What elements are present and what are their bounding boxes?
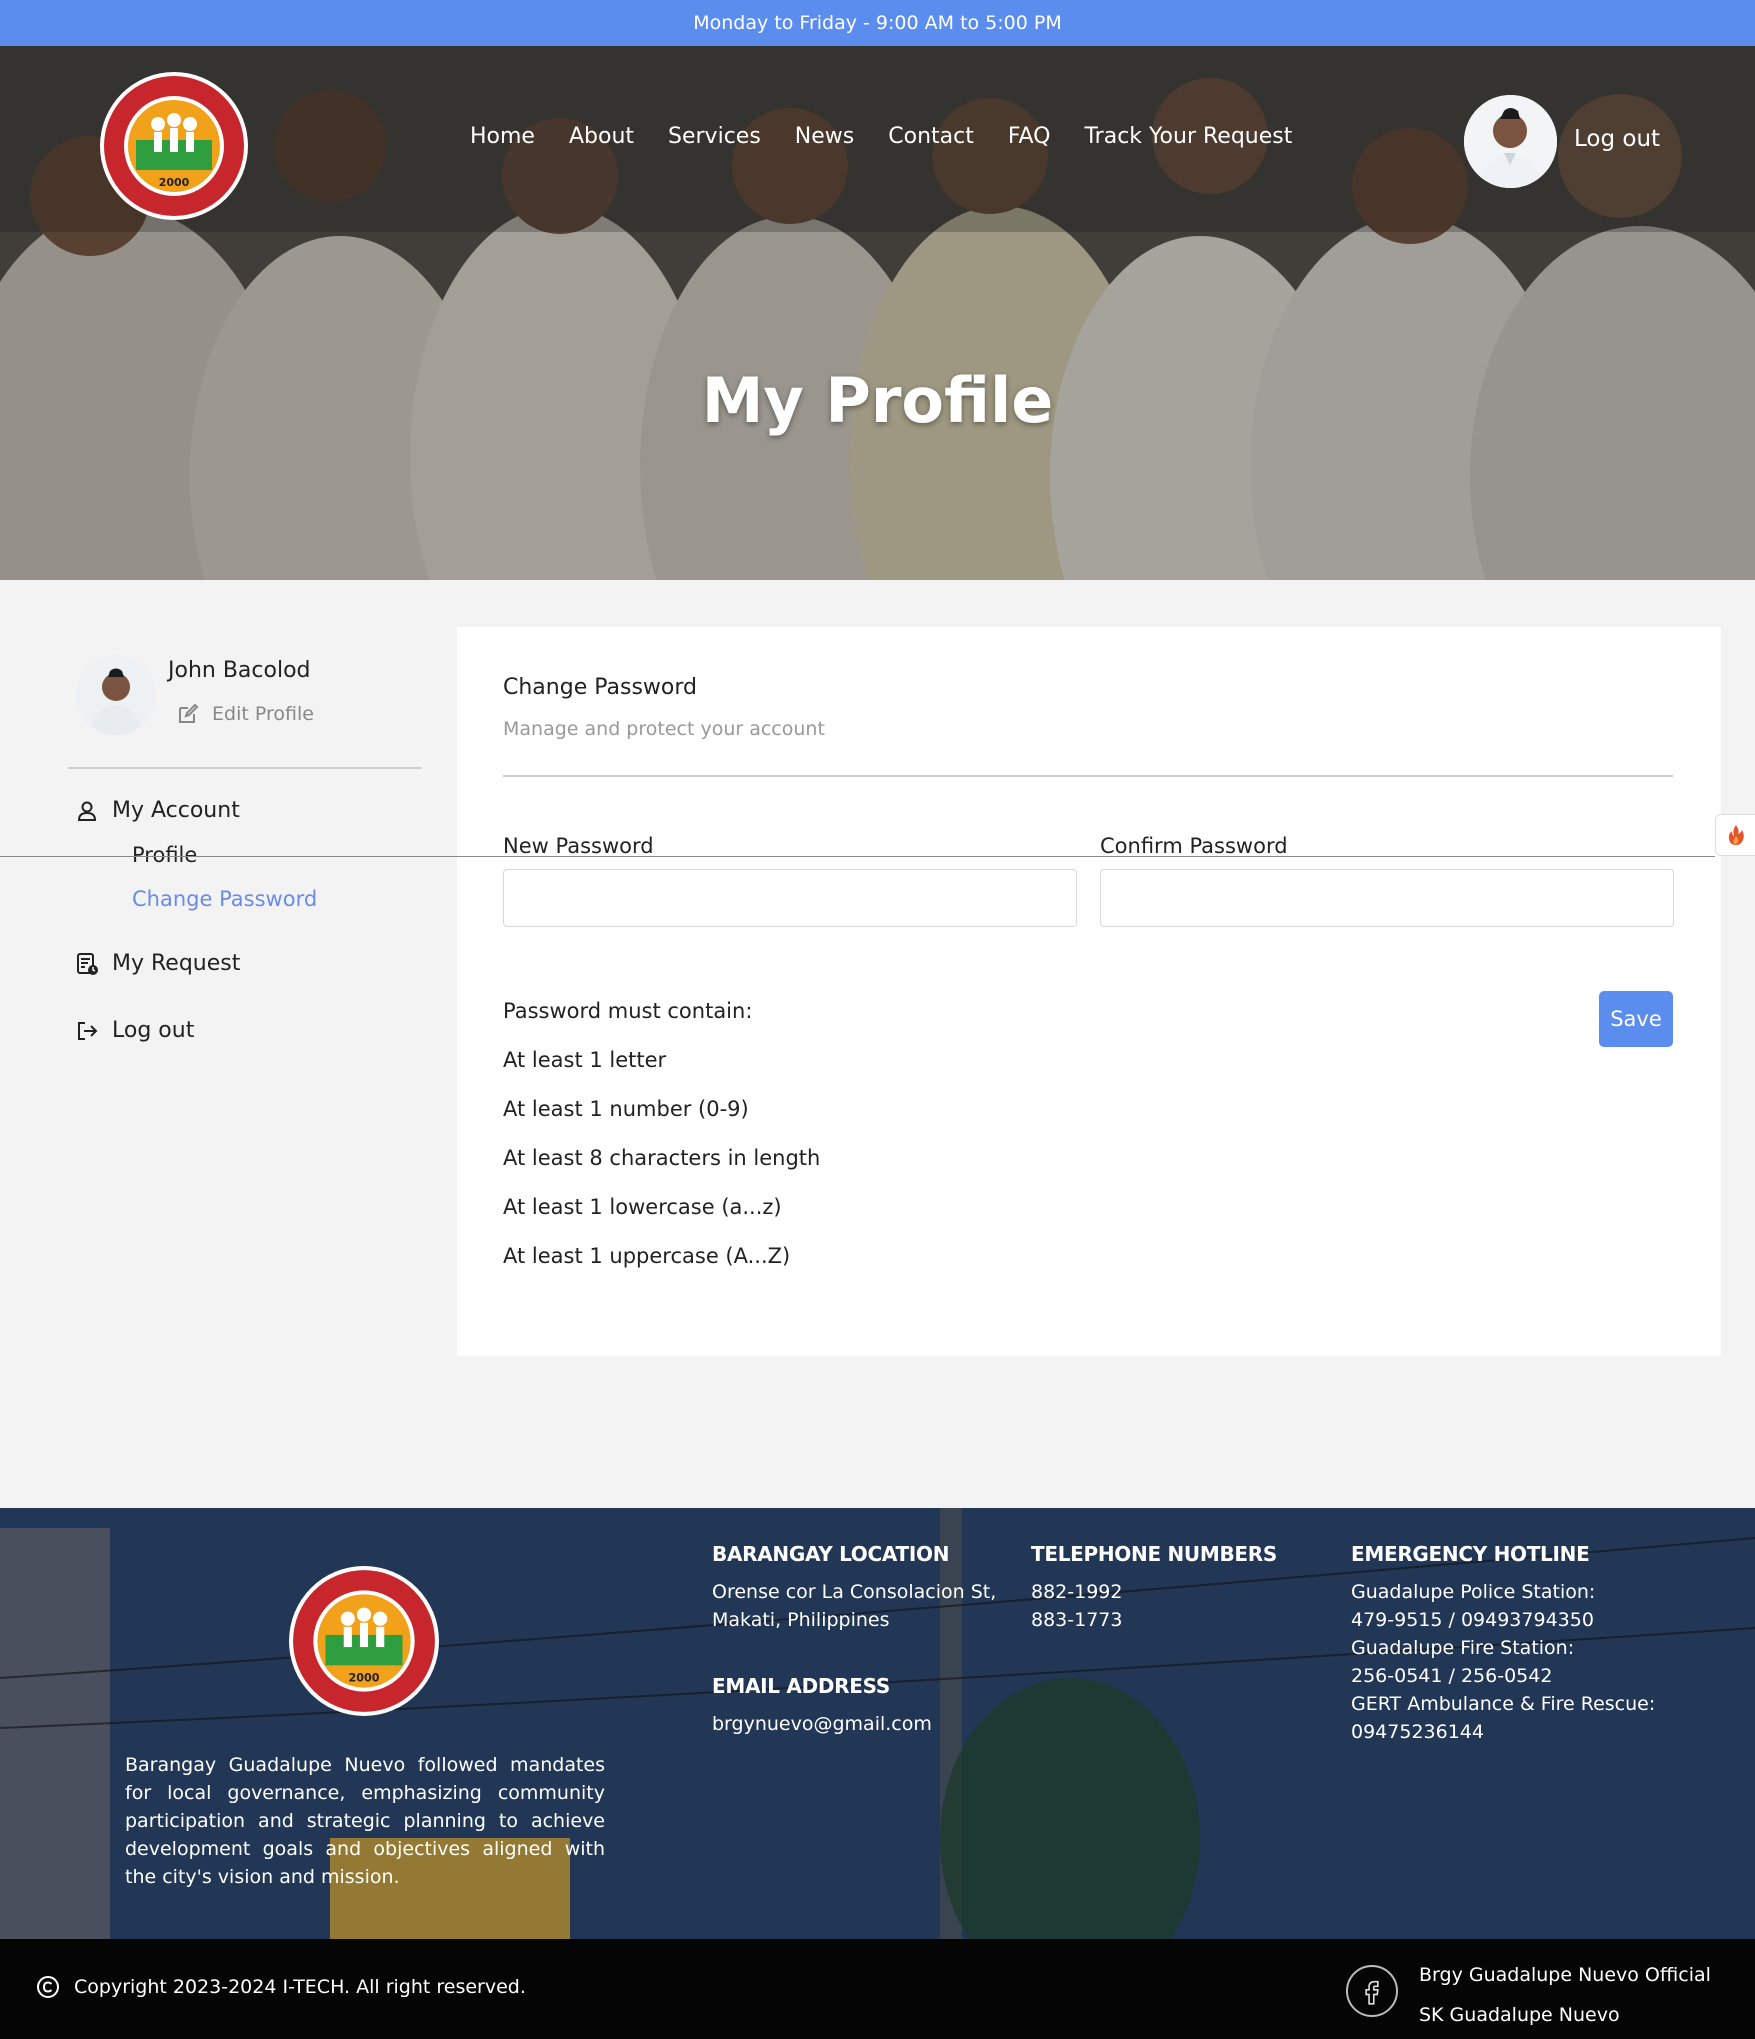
requirement-item: At least 1 lowercase (a...z)	[503, 1195, 782, 1219]
fire-icon	[1728, 825, 1744, 845]
facebook-official-link[interactable]: Brgy Guadalupe Nuevo Official	[1419, 1955, 1711, 1995]
phone-number: 882-1992	[1031, 1581, 1123, 1603]
edit-icon	[179, 703, 199, 723]
user-icon	[77, 801, 97, 821]
footer-emergency-column: EMERGENCY HOTLINE Guadalupe Police Stati…	[1351, 1540, 1711, 1746]
requirement-item: At least 1 uppercase (A...Z)	[503, 1244, 791, 1268]
hero-banner: 2000 Home About Services News Contact FA…	[0, 46, 1755, 580]
page-guide-line	[0, 856, 1715, 857]
email-link[interactable]: brgynuevo@gmail.com	[712, 1710, 1012, 1738]
nav-services[interactable]: Services	[668, 124, 761, 149]
email-heading: EMAIL ADDRESS	[712, 1674, 890, 1698]
user-avatar-image	[1464, 95, 1557, 188]
emergency-label: GERT Ambulance & Fire Rescue:	[1351, 1693, 1656, 1715]
sidebar-item-label: My Request	[112, 951, 241, 976]
nav-faq[interactable]: FAQ	[1008, 124, 1051, 149]
copyright-icon	[37, 1976, 59, 1998]
new-password-label: New Password	[503, 834, 654, 858]
sidebar-item-logout[interactable]: Log out	[76, 1018, 194, 1043]
emergency-number: 479-9515 / 09493794350	[1351, 1609, 1594, 1631]
sidebar-divider	[68, 767, 422, 769]
sidebar-user-name: John Bacolod	[168, 658, 311, 683]
sidebar-item-profile[interactable]: Profile	[132, 843, 197, 867]
svg-text:2000: 2000	[349, 1672, 380, 1685]
user-avatar[interactable]	[1464, 95, 1557, 188]
facebook-icon	[1365, 1980, 1379, 2005]
save-button[interactable]: Save	[1599, 991, 1673, 1047]
requirements-title: Password must contain:	[503, 999, 753, 1023]
sidebar-item-my-account[interactable]: My Account	[76, 798, 240, 823]
emergency-number: 256-0541 / 256-0542	[1351, 1665, 1553, 1687]
nav-about[interactable]: About	[569, 124, 634, 149]
floating-widget-button[interactable]	[1715, 814, 1755, 856]
footer-phone-column: TELEPHONE NUMBERS 882-1992 883-1773	[1031, 1540, 1331, 1634]
sidebar-avatar	[76, 655, 156, 735]
phone-number: 883-1773	[1031, 1609, 1123, 1631]
sidebar-item-label: My Account	[112, 798, 240, 823]
requirement-item: At least 1 number (0-9)	[503, 1097, 749, 1121]
phone-heading: TELEPHONE NUMBERS	[1031, 1542, 1277, 1566]
location-line: Orense cor La Consolacion St,	[712, 1581, 997, 1603]
facebook-sk-link[interactable]: SK Guadalupe Nuevo	[1419, 1995, 1711, 2035]
sidebar-item-change-password[interactable]: Change Password	[132, 887, 317, 911]
site-footer: 2000 Barangay Guadalupe Nuevo followed m…	[0, 1508, 1755, 1939]
copyright-text: Copyright 2023-2024 I-TECH. All right re…	[74, 1976, 526, 1998]
copyright-bar: Copyright 2023-2024 I-TECH. All right re…	[0, 1939, 1755, 2039]
sidebar-item-my-request[interactable]: My Request	[76, 951, 240, 976]
edit-profile-link[interactable]: Edit Profile	[176, 702, 314, 726]
edit-profile-label: Edit Profile	[212, 703, 314, 725]
office-hours-text: Monday to Friday - 9:00 AM to 5:00 PM	[693, 12, 1062, 34]
new-password-input[interactable]	[503, 869, 1077, 927]
footer-barangay-logo: 2000	[289, 1566, 439, 1716]
nav-news[interactable]: News	[795, 124, 854, 149]
requirement-item: At least 8 characters in length	[503, 1146, 821, 1170]
requirement-item: At least 1 letter	[503, 1048, 667, 1072]
footer-location-column: BARANGAY LOCATION Orense cor La Consolac…	[712, 1540, 1012, 1738]
social-links: Brgy Guadalupe Nuevo Official SK Guadalu…	[1419, 1955, 1711, 2035]
confirm-password-input[interactable]	[1100, 869, 1674, 927]
header-logout-link[interactable]: Log out	[1574, 126, 1660, 152]
sidebar-avatar-image	[76, 655, 156, 735]
copyright: Copyright 2023-2024 I-TECH. All right re…	[36, 1975, 526, 1999]
logout-icon	[78, 1021, 98, 1040]
nav-contact[interactable]: Contact	[888, 124, 974, 149]
emergency-label: Guadalupe Fire Station:	[1351, 1637, 1575, 1659]
page-title: My Profile	[701, 364, 1054, 437]
main-nav: Home About Services News Contact FAQ Tra…	[470, 124, 1326, 149]
emergency-heading: EMERGENCY HOTLINE	[1351, 1542, 1590, 1566]
request-list-icon	[77, 952, 98, 975]
nav-track-request[interactable]: Track Your Request	[1084, 124, 1292, 149]
sidebar-item-label: Log out	[112, 1018, 195, 1043]
facebook-icon-button[interactable]	[1346, 1965, 1398, 2017]
change-password-panel: Change Password Manage and protect your …	[457, 627, 1721, 1356]
panel-divider	[503, 775, 1673, 777]
svg-text:2000: 2000	[159, 176, 190, 189]
panel-title: Change Password	[503, 675, 697, 700]
nav-home[interactable]: Home	[470, 124, 535, 149]
office-hours-bar: Monday to Friday - 9:00 AM to 5:00 PM	[0, 0, 1755, 46]
location-heading: BARANGAY LOCATION	[712, 1542, 950, 1566]
footer-about-text: Barangay Guadalupe Nuevo followed mandat…	[125, 1754, 605, 1888]
emergency-label: Guadalupe Police Station:	[1351, 1581, 1596, 1603]
emergency-number: 09475236144	[1351, 1721, 1484, 1743]
location-line: Makati, Philippines	[712, 1609, 890, 1631]
barangay-logo[interactable]: 2000	[98, 70, 250, 222]
panel-subtitle: Manage and protect your account	[503, 718, 825, 740]
confirm-password-label: Confirm Password	[1100, 834, 1288, 858]
